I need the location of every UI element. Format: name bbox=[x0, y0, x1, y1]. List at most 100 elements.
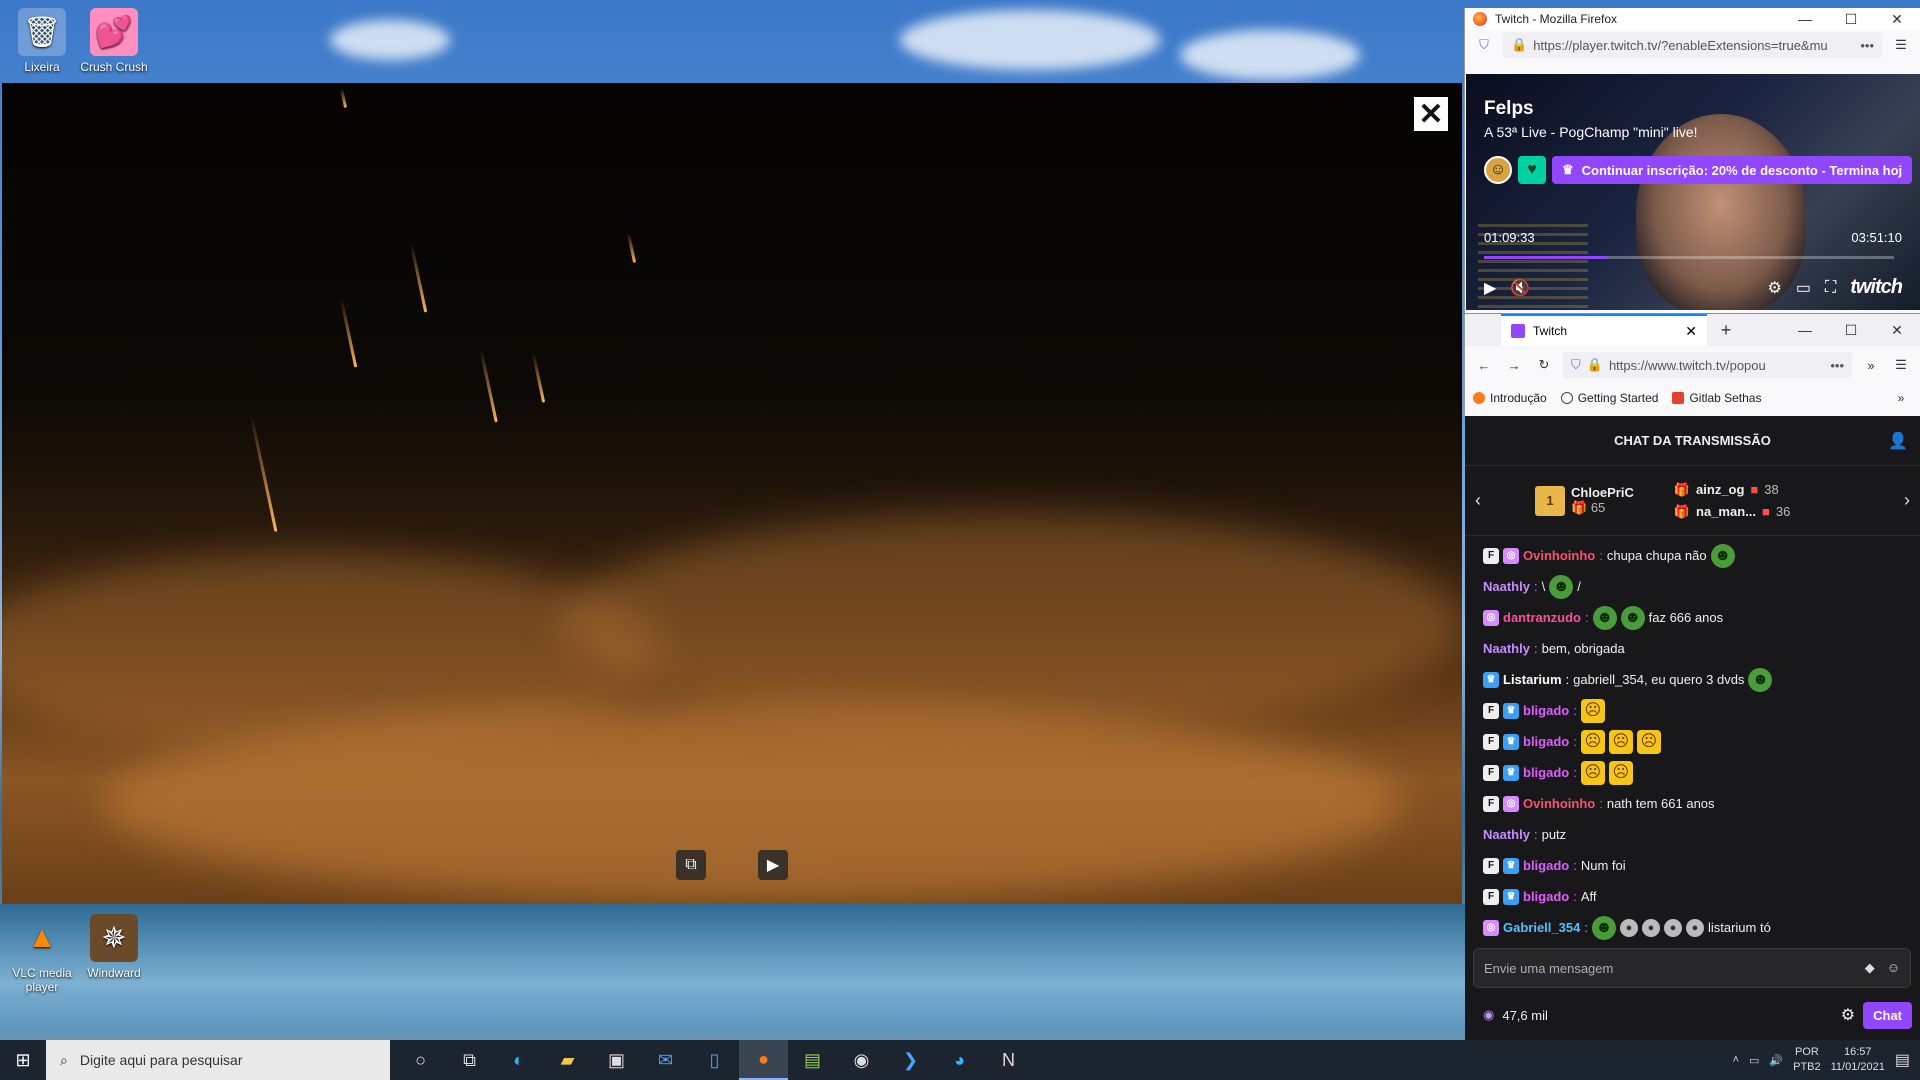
url-field[interactable]: ⛉ 🔒 https://www.twitch.tv/popou ••• bbox=[1563, 352, 1852, 378]
shield-icon[interactable]: ⛉ bbox=[1571, 357, 1581, 373]
page-actions-icon[interactable]: ••• bbox=[1830, 358, 1844, 373]
new-tab-button[interactable]: + bbox=[1715, 320, 1737, 341]
forward-button[interactable]: → bbox=[1503, 358, 1525, 373]
chat-emote-face-icon[interactable]: ☹ bbox=[1636, 729, 1661, 754]
chat-badge-icon[interactable]: F bbox=[1483, 888, 1499, 905]
theatre-mode-icon[interactable]: ▭ bbox=[1796, 278, 1811, 298]
close-video-button[interactable]: ✕ bbox=[1414, 97, 1448, 131]
input-language[interactable]: POR PTB2 bbox=[1793, 1045, 1821, 1075]
menu-icon[interactable]: ☰ bbox=[1890, 37, 1912, 53]
firefox-icon[interactable]: ● bbox=[739, 1040, 788, 1080]
video-player[interactable]: ✕ ⧉ ▶ bbox=[2, 83, 1462, 904]
chat-badge-icon[interactable]: ♛ bbox=[1503, 764, 1519, 781]
chat-message[interactable]: Naathly: \ ☻ / bbox=[1483, 571, 1902, 602]
chat-badge-icon[interactable]: ♛ bbox=[1503, 888, 1519, 905]
chat-emote-orb-icon[interactable]: ● bbox=[1641, 918, 1660, 937]
store-icon[interactable]: ▣ bbox=[592, 1040, 641, 1080]
chat-emote-face-icon[interactable]: ☹ bbox=[1580, 760, 1605, 785]
chat-message[interactable]: F ◎ Ovinhoinho: nath tem 661 anos bbox=[1483, 788, 1902, 819]
tab-twitch[interactable]: Twitch ✕ bbox=[1501, 314, 1707, 346]
chat-username[interactable]: Naathly bbox=[1483, 826, 1530, 843]
cortana-icon[interactable]: ○ bbox=[396, 1040, 445, 1080]
reload-button[interactable]: ↻ bbox=[1533, 357, 1555, 373]
settings-gear-icon[interactable]: ⚙ bbox=[1768, 278, 1782, 298]
close-window-button[interactable]: ✕ bbox=[1874, 322, 1920, 339]
chat-username[interactable]: bligado bbox=[1523, 733, 1569, 750]
emote-picker-icon[interactable]: ☺ bbox=[1887, 960, 1900, 976]
top-gifter[interactable]: 1 ChloePriC 🎁 65 bbox=[1535, 485, 1634, 516]
chat-badge-icon[interactable]: F bbox=[1483, 795, 1499, 812]
task-view-icon[interactable]: ⧉ bbox=[445, 1040, 494, 1080]
chat-send-button[interactable]: Chat bbox=[1863, 1001, 1912, 1029]
chat-message[interactable]: ◎ Gabriell_354: ☻ ● ● ● ● listarium tó bbox=[1483, 912, 1902, 943]
chat-emote-frog-icon[interactable]: ☻ bbox=[1710, 543, 1735, 568]
desktop-icon-windward[interactable]: ✵ Windward bbox=[72, 914, 156, 980]
chat-settings-gear-icon[interactable]: ⚙ bbox=[1841, 1005, 1855, 1025]
chat-username[interactable]: Ovinhoinho bbox=[1523, 547, 1595, 564]
edge-icon[interactable]: ◐ bbox=[494, 1040, 543, 1080]
chat-username[interactable]: bligado bbox=[1523, 888, 1569, 905]
taskbar-search[interactable]: ⌕ Digite aqui para pesquisar bbox=[46, 1040, 390, 1080]
chat-message[interactable]: F ♛ bligado: ☹ bbox=[1483, 695, 1902, 726]
chat-emote-frog-icon[interactable]: ☻ bbox=[1592, 605, 1617, 630]
mute-button[interactable]: 🔇 bbox=[1510, 278, 1530, 298]
chat-message[interactable]: Naathly: putz bbox=[1483, 819, 1902, 850]
chevron-up-icon[interactable]: ˄ bbox=[1733, 1054, 1739, 1066]
close-window-button[interactable]: ✕ bbox=[1874, 11, 1920, 28]
chat-emote-frog-icon[interactable]: ☻ bbox=[1620, 605, 1645, 630]
chat-message[interactable]: F ♛ bligado: ☹ ☹ ☹ bbox=[1483, 726, 1902, 757]
chat-badge-icon[interactable]: ♛ bbox=[1503, 857, 1519, 874]
chat-emote-frog-icon[interactable]: ☻ bbox=[1549, 574, 1574, 599]
bits-icon[interactable]: ◆ bbox=[1865, 960, 1875, 976]
chat-emote-frog-icon[interactable]: ☻ bbox=[1748, 667, 1773, 692]
notifications-icon[interactable]: ▤ bbox=[1895, 1050, 1910, 1070]
explorer-icon[interactable]: ▰ bbox=[543, 1040, 592, 1080]
minimize-button[interactable]: — bbox=[1782, 11, 1828, 28]
chat-badge-icon[interactable]: ◎ bbox=[1483, 919, 1499, 936]
chat-badge-icon[interactable]: F bbox=[1483, 857, 1499, 874]
maximize-button[interactable]: ☐ bbox=[1828, 11, 1874, 28]
app-icon[interactable]: ◉ bbox=[837, 1040, 886, 1080]
chat-message[interactable]: F ♛ bligado: Num foi bbox=[1483, 850, 1902, 881]
chat-badge-icon[interactable]: ♛ bbox=[1483, 671, 1499, 688]
close-tab-icon[interactable]: ✕ bbox=[1685, 323, 1697, 340]
chat-badge-icon[interactable]: F bbox=[1483, 733, 1499, 750]
mail-icon[interactable]: ✉ bbox=[641, 1040, 690, 1080]
volume-icon[interactable]: 🔊 bbox=[1769, 1054, 1783, 1067]
streamer-avatar[interactable]: ☺ bbox=[1484, 156, 1512, 184]
maximize-button[interactable]: ☐ bbox=[1828, 322, 1874, 339]
messenger-icon[interactable]: ◕ bbox=[935, 1040, 984, 1080]
window-titlebar[interactable]: Twitch - Mozilla Firefox — ☐ ✕ bbox=[1465, 8, 1920, 30]
chat-badge-icon[interactable]: ♛ bbox=[1503, 702, 1519, 719]
terminal-icon[interactable]: ❯ bbox=[886, 1040, 935, 1080]
chat-emote-face-icon[interactable]: ☹ bbox=[1608, 729, 1633, 754]
chat-badge-icon[interactable]: ◎ bbox=[1503, 547, 1519, 564]
chat-username[interactable]: Gabriell_354 bbox=[1503, 919, 1580, 936]
chat-emote-frog-icon[interactable]: ☻ bbox=[1591, 915, 1616, 940]
picture-in-picture-button[interactable]: ⧉ bbox=[676, 850, 706, 880]
chevron-right-icon[interactable]: › bbox=[1904, 490, 1910, 511]
chat-username[interactable]: Ovinhoinho bbox=[1523, 795, 1595, 812]
chat-username[interactable]: bligado bbox=[1523, 764, 1569, 781]
chat-message[interactable]: Naathly: bem, obrigada bbox=[1483, 633, 1902, 664]
bookmark-gitlab-sethas[interactable]: Gitlab Sethas bbox=[1672, 391, 1761, 405]
chat-badge-icon[interactable]: ◎ bbox=[1503, 795, 1519, 812]
chevron-left-icon[interactable]: ‹ bbox=[1475, 490, 1481, 511]
chat-badge-icon[interactable]: ♛ bbox=[1503, 733, 1519, 750]
page-actions-icon[interactable]: ••• bbox=[1860, 38, 1874, 53]
shield-icon[interactable]: ⛉ bbox=[1473, 37, 1495, 53]
subscribe-offer-button[interactable]: ♛ Continuar inscrição: 20% de desconto - … bbox=[1552, 156, 1913, 184]
chat-emote-orb-icon[interactable]: ● bbox=[1619, 918, 1638, 937]
start-button[interactable]: ⊞ bbox=[0, 1040, 46, 1080]
bookmark-introducao[interactable]: Introdução bbox=[1473, 391, 1547, 405]
seek-bar[interactable] bbox=[1484, 256, 1894, 259]
network-icon[interactable]: ▭ bbox=[1749, 1054, 1759, 1067]
chat-username[interactable]: bligado bbox=[1523, 857, 1569, 874]
chat-badge-icon[interactable]: F bbox=[1483, 764, 1499, 781]
chat-emote-face-icon[interactable]: ☹ bbox=[1608, 760, 1633, 785]
bookmarks-overflow-icon[interactable]: » bbox=[1890, 391, 1912, 405]
chat-emote-face-icon[interactable]: ☹ bbox=[1580, 729, 1605, 754]
overflow-icon[interactable]: » bbox=[1860, 358, 1882, 373]
bookmark-getting-started[interactable]: Getting Started bbox=[1560, 391, 1658, 405]
play-button[interactable]: ▶ bbox=[1484, 278, 1496, 298]
